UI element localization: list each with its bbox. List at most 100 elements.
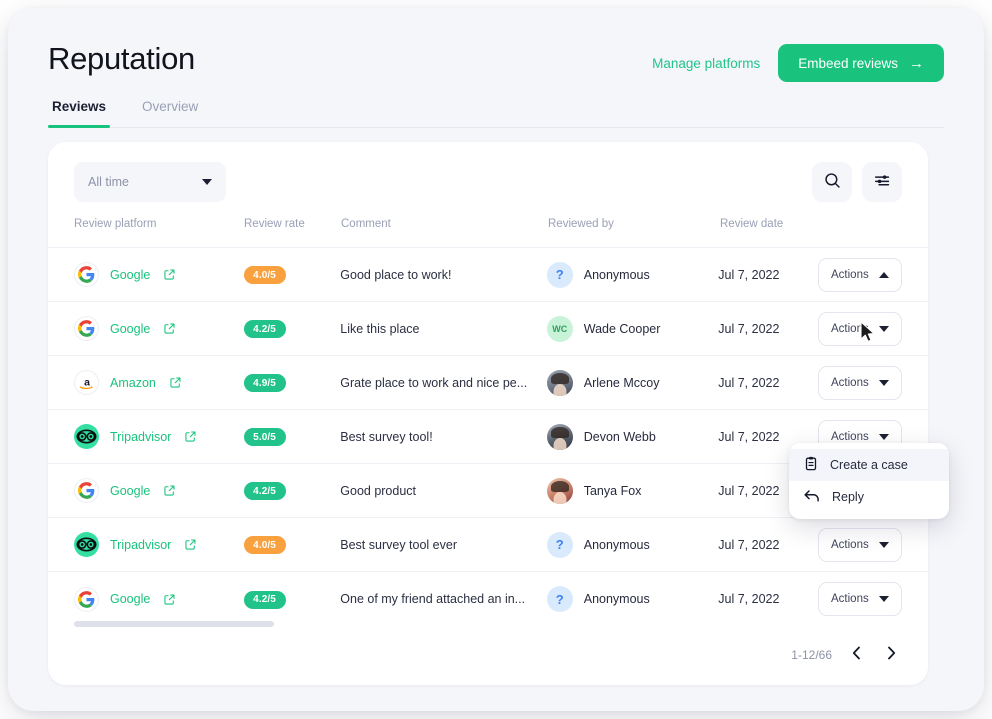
horizontal-scrollbar[interactable]: [74, 621, 902, 627]
reviews-table: Review platform Review rate Comment Revi…: [48, 218, 928, 616]
table-row: Tripadvisor 4.0/5 Best survey tool ever …: [48, 518, 928, 572]
reviewer-name: Wade Cooper: [583, 321, 661, 336]
google-logo: [74, 316, 99, 341]
avatar: WC: [546, 315, 573, 342]
chevron-down-icon: [879, 596, 889, 602]
platform-link[interactable]: Google: [110, 592, 150, 606]
cell-rate: 4.2/5: [243, 319, 341, 339]
time-filter-value: All time: [88, 175, 129, 189]
search-button[interactable]: [812, 162, 852, 202]
chevron-down-icon: [879, 541, 889, 548]
cell-reviewer: ? Anonymous: [546, 261, 719, 288]
actions-dropdown-menu: Create a case Reply: [789, 443, 949, 519]
cell-rate: 5.0/5: [243, 427, 341, 447]
column-header-date: Review date: [720, 218, 784, 230]
pagination-prev-button[interactable]: [846, 642, 867, 667]
cell-reviewer: ? Anonymous: [546, 531, 719, 558]
column-header-reviewed-by: Reviewed by: [548, 218, 614, 230]
actions-button[interactable]: Actions: [818, 311, 902, 346]
cell-rate: 4.2/5: [243, 481, 341, 501]
cell-comment: One of my friend attached an in...: [340, 592, 526, 606]
reviewer-name: Tanya Fox: [583, 483, 642, 498]
reviewer-name: Devon Webb: [583, 429, 656, 444]
platform-link[interactable]: Tripadvisor: [110, 538, 171, 552]
chevron-right-icon: [887, 646, 896, 663]
cell-reviewer: WC Wade Cooper: [546, 315, 719, 342]
cell-reviewer: ? Anonymous: [546, 586, 719, 612]
cell-date: Jul 7, 2022: [718, 537, 780, 552]
menu-item-create-a-case[interactable]: Create a case: [789, 449, 949, 481]
external-link-icon[interactable]: [185, 431, 196, 442]
platform-link[interactable]: Tripadvisor: [110, 430, 171, 444]
actions-button-label: Actions: [831, 538, 869, 551]
google-logo: [74, 586, 99, 612]
tab-bar: Reviews Overview: [48, 96, 944, 128]
cell-platform: a Amazon: [74, 370, 244, 395]
external-link-icon[interactable]: [170, 377, 181, 388]
reply-arrow-icon: [804, 489, 820, 506]
scrollbar-thumb[interactable]: [74, 621, 274, 627]
column-header-rate: Review rate: [244, 218, 305, 230]
pagination-count: 1-12/66: [791, 647, 832, 662]
embeed-reviews-button[interactable]: Embeed reviews →: [778, 44, 944, 82]
external-link-icon[interactable]: [164, 593, 175, 605]
tab-reviews[interactable]: Reviews: [48, 96, 111, 128]
svg-text:a: a: [84, 376, 90, 388]
avatar: ?: [546, 261, 573, 288]
cell-comment: Grate place to work and nice pe...: [340, 375, 528, 390]
platform-link[interactable]: Google: [110, 268, 150, 282]
cell-actions: Actions: [818, 257, 902, 292]
platform-link[interactable]: Google: [110, 484, 150, 498]
chevron-up-icon: [879, 271, 889, 278]
header-actions: Manage platforms Embeed reviews →: [652, 44, 944, 82]
time-filter-select[interactable]: All time: [74, 162, 226, 202]
external-link-icon[interactable]: [185, 539, 196, 550]
actions-button[interactable]: Actions: [818, 365, 902, 400]
tripadvisor-logo: [74, 424, 99, 449]
manage-platforms-link[interactable]: Manage platforms: [652, 56, 760, 71]
cell-date: Jul 7, 2022: [718, 267, 780, 282]
page-header: Reputation Manage platforms Embeed revie…: [48, 38, 944, 96]
cell-rate: 4.0/5: [243, 535, 341, 555]
sliders-icon: [874, 172, 891, 192]
rating-badge: 4.9/5: [243, 374, 286, 393]
arrow-right-icon: →: [909, 54, 924, 72]
pagination-next-button[interactable]: [881, 642, 902, 667]
actions-button[interactable]: Actions: [818, 257, 902, 292]
external-link-icon[interactable]: [164, 323, 175, 334]
platform-link[interactable]: Amazon: [110, 376, 156, 390]
reviews-panel: All time Review platform Review rate Com…: [48, 142, 949, 685]
rating-badge: 4.0/5: [243, 266, 286, 285]
chevron-down-icon: [879, 379, 889, 386]
platform-link[interactable]: Google: [110, 322, 150, 336]
rating-badge: 4.2/5: [243, 590, 286, 609]
actions-button-label: Actions: [831, 430, 869, 443]
actions-button[interactable]: Actions: [818, 527, 902, 562]
embeed-reviews-label: Embeed reviews: [798, 55, 898, 71]
avatar: ?: [546, 531, 573, 558]
app-window: Reputation Manage platforms Embeed revie…: [8, 8, 984, 711]
reviewer-name: Anonymous: [583, 592, 650, 606]
cell-rate: 4.2/5: [243, 589, 341, 609]
filter-button[interactable]: [862, 162, 902, 202]
external-link-icon[interactable]: [164, 269, 175, 280]
menu-item-reply[interactable]: Reply: [789, 481, 949, 513]
toolbar-buttons: [812, 162, 902, 202]
avatar: ?: [546, 586, 573, 612]
cell-reviewer: Tanya Fox: [546, 477, 719, 504]
rating-badge: 4.0/5: [243, 536, 286, 555]
table-row: Google 4.0/5 Good place to work! ? Anony…: [48, 248, 928, 302]
cell-comment: Like this place: [340, 321, 420, 336]
cell-date: Jul 7, 2022: [718, 321, 780, 336]
cell-reviewer: Devon Webb: [546, 423, 719, 450]
external-link-icon[interactable]: [164, 485, 175, 496]
chevron-left-icon: [852, 646, 861, 663]
cell-rate: 4.9/5: [243, 373, 341, 393]
actions-button[interactable]: Actions: [818, 582, 902, 616]
cell-platform: Google: [74, 478, 244, 503]
menu-item-label: Create a case: [830, 458, 908, 472]
cell-platform: Tripadvisor: [74, 532, 244, 557]
chevron-down-icon: [879, 433, 889, 440]
tab-overview[interactable]: Overview: [138, 96, 202, 127]
chevron-down-icon: [202, 179, 212, 185]
